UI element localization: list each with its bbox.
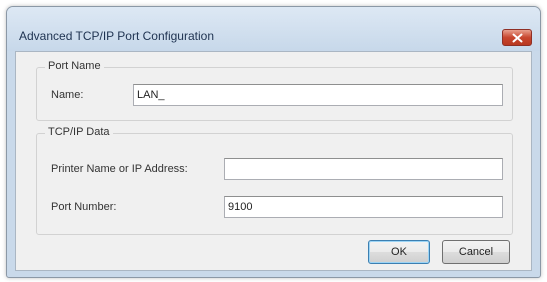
window-title: Advanced TCP/IP Port Configuration xyxy=(19,29,214,43)
title-bar[interactable]: Advanced TCP/IP Port Configuration xyxy=(7,7,540,51)
tcpip-data-legend: TCP/IP Data xyxy=(45,126,113,138)
dialog-window: Advanced TCP/IP Port Configuration Port … xyxy=(6,6,541,278)
port-name-group: Port Name Name: xyxy=(36,60,513,121)
printer-address-label: Printer Name or IP Address: xyxy=(51,163,188,175)
port-name-legend: Port Name xyxy=(45,60,104,72)
name-label: Name: xyxy=(51,89,84,101)
cancel-button[interactable]: Cancel xyxy=(442,240,510,264)
port-number-input[interactable] xyxy=(224,196,503,218)
dialog-body: Port Name Name: TCP/IP Data Printer Name… xyxy=(15,51,532,271)
close-button[interactable] xyxy=(502,29,532,46)
ok-button[interactable]: OK xyxy=(368,240,430,264)
printer-address-input[interactable] xyxy=(224,158,503,180)
port-number-label: Port Number: xyxy=(51,201,117,213)
close-icon xyxy=(512,33,523,43)
port-name-input[interactable] xyxy=(133,84,503,106)
tcpip-data-group: TCP/IP Data Printer Name or IP Address: … xyxy=(36,126,513,235)
